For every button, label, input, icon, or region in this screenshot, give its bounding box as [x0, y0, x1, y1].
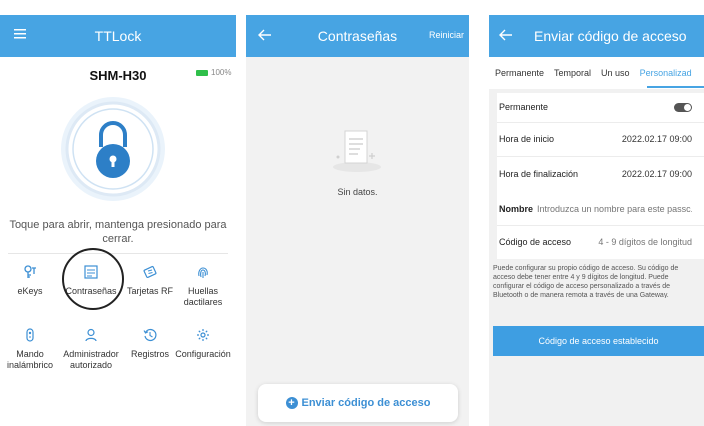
grid-item-settings[interactable]: Configuración: [172, 328, 234, 360]
passcode-row: Código de acceso: [499, 235, 692, 249]
send-code-label: Enviar código de acceso: [301, 397, 431, 409]
tab-permanent[interactable]: Permanente: [489, 68, 549, 78]
remote-icon: [26, 328, 34, 342]
passcodes-screen: Contraseñas Reiniciar Sin datos. + Envia…: [246, 15, 469, 426]
grid-item-ekeys[interactable]: eKeys: [1, 265, 59, 297]
end-time-label: Hora de finalización: [499, 169, 579, 179]
grid-label: Configuración: [175, 349, 231, 359]
app-title: TTLock: [94, 28, 142, 44]
grid-item-records[interactable]: Registros: [120, 328, 180, 360]
tab-bar: Permanente Temporal Un uso Personalizad: [489, 57, 704, 89]
divider: [497, 156, 704, 157]
divider: [8, 253, 228, 254]
top-bar: TTLock: [0, 15, 236, 57]
active-tab-indicator: [647, 86, 704, 88]
plus-icon: +: [285, 397, 298, 409]
tab-temporary[interactable]: Temporal: [549, 68, 596, 78]
name-input[interactable]: [537, 204, 692, 214]
start-time-label: Hora de inicio: [499, 134, 555, 144]
grid-item-remote[interactable]: Mando inalámbrico: [1, 328, 59, 371]
top-bar: Enviar código de acceso: [489, 15, 704, 57]
permanent-row: Permanente: [499, 100, 692, 114]
end-time-row[interactable]: Hora de finalización 2022.02.17 09:00: [499, 167, 692, 181]
grid-item-admin[interactable]: Administrador autorizado: [62, 328, 120, 371]
settings-icon: [197, 329, 209, 341]
grid-label: Huellas dactilares: [183, 286, 223, 307]
name-row: Nombre: [499, 202, 692, 216]
battery-status: 100%: [196, 68, 231, 77]
page-title: Enviar código de acceso: [534, 28, 687, 44]
permanent-toggle[interactable]: [674, 102, 692, 112]
grid-label: Registros: [130, 349, 169, 359]
battery-icon: [196, 69, 208, 76]
permanent-label: Permanente: [499, 102, 549, 112]
unlock-button[interactable]: [59, 95, 167, 203]
end-time-value: 2022.02.17 09:00: [621, 169, 692, 179]
start-time-row[interactable]: Hora de inicio 2022.02.17 09:00: [499, 132, 692, 146]
ekey-icon: [24, 265, 36, 278]
passcode-label: Código de acceso: [499, 237, 572, 247]
top-bar: Contraseñas Reiniciar: [246, 15, 469, 57]
set-passcode-button[interactable]: Código de acceso establecido: [493, 326, 704, 356]
fingerprint-icon: [198, 267, 208, 278]
unlock-hint: Toque para abrir, mantenga presionado pa…: [9, 219, 227, 245]
battery-level: 100%: [211, 68, 232, 77]
passcode-input[interactable]: [582, 237, 692, 247]
grid-item-rf-cards[interactable]: Tarjetas RF: [120, 265, 180, 297]
rf-card-icon: [143, 265, 157, 279]
start-time-value: 2022.02.17 09:00: [621, 134, 692, 144]
divider: [497, 225, 704, 226]
admin-icon: [85, 328, 97, 342]
reset-button[interactable]: Reiniciar: [429, 30, 464, 40]
back-arrow-icon[interactable]: [499, 29, 513, 41]
grid-item-fingerprints[interactable]: Huellas dactilares: [174, 265, 232, 308]
grid-label: Mando inalámbrico: [6, 349, 54, 370]
lock-home-screen: TTLock SHM-H30 100% Toque para abrir, ma…: [0, 15, 236, 426]
tab-custom[interactable]: Personalizad: [635, 68, 697, 78]
send-code-button[interactable]: + Enviar código de acceso: [258, 384, 458, 422]
send-code-screen: Enviar código de acceso Permanente Tempo…: [489, 15, 704, 426]
records-icon: [143, 328, 157, 342]
empty-document-icon: [333, 130, 381, 172]
info-text: Puede configurar su propio código de acc…: [493, 265, 679, 298]
name-label: Nombre: [499, 204, 534, 214]
grid-label: Tarjetas RF: [126, 286, 173, 296]
grid-label: eKeys: [17, 286, 43, 296]
empty-state-text: Sin datos.: [337, 187, 378, 197]
padlock-icon: [61, 97, 165, 201]
tab-one-time[interactable]: Un uso: [596, 68, 635, 78]
highlight-circle: [62, 248, 124, 310]
divider: [497, 122, 704, 123]
grid-label: Administrador autorizado: [63, 349, 119, 370]
